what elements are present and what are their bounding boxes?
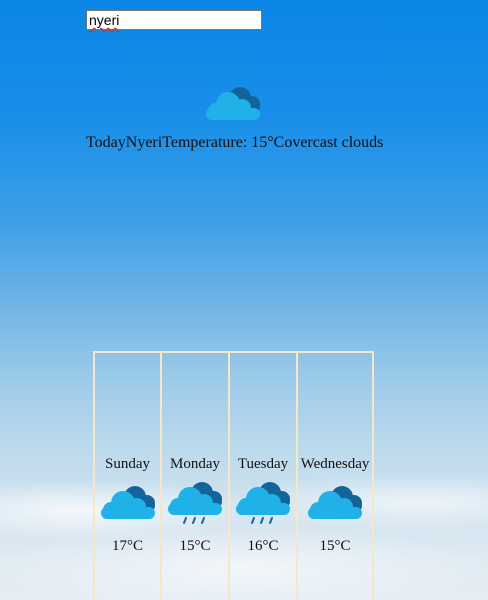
forecast-row: Sunday 17°C Monday 15°C Tuesday 16°C Wed… bbox=[93, 351, 374, 600]
forecast-card-wednesday: Wednesday 15°C bbox=[296, 351, 374, 600]
forecast-day-name: Monday bbox=[170, 456, 220, 472]
forecast-day-name: Wednesday bbox=[300, 456, 370, 472]
rain-cloud-icon bbox=[168, 482, 222, 524]
forecast-temperature: 17°C bbox=[111, 538, 143, 554]
forecast-card-monday: Monday 15°C bbox=[160, 351, 230, 600]
forecast-day-name: Tuesday bbox=[237, 456, 289, 472]
forecast-temperature: 16°C bbox=[247, 538, 279, 554]
forecast-card-tuesday: Tuesday 16°C bbox=[228, 351, 298, 600]
today-label: Today bbox=[86, 134, 126, 151]
cloud-icon bbox=[206, 87, 260, 120]
city-search-value: nyeri bbox=[89, 12, 120, 28]
forecast-temperature: 15°C bbox=[179, 538, 211, 554]
forecast-card-sunday: Sunday 17°C bbox=[93, 351, 162, 600]
cloud-icon bbox=[100, 486, 155, 519]
cloud-icon bbox=[308, 486, 362, 519]
today-description: overcast clouds bbox=[284, 134, 384, 151]
forecast-day-name: Sunday bbox=[105, 456, 150, 472]
today-temperature: Temperature: 15°C bbox=[162, 134, 285, 151]
city-search-input[interactable]: nyeri bbox=[86, 10, 262, 30]
rain-cloud-icon bbox=[236, 482, 290, 524]
forecast-temperature: 15°C bbox=[319, 538, 351, 554]
today-summary: TodayNyeriTemperature: 15°Covercast clou… bbox=[86, 134, 383, 152]
today-city: Nyeri bbox=[125, 134, 163, 151]
